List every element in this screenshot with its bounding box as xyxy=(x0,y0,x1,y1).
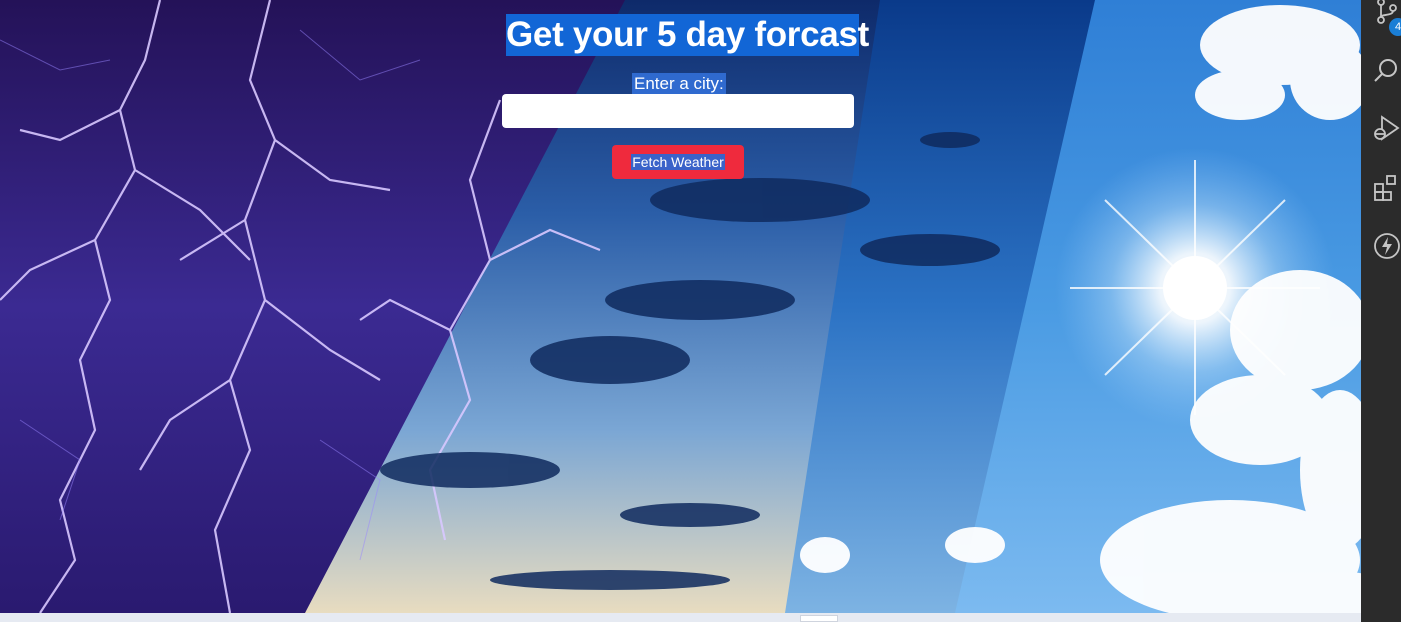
horizontal-scrollbar[interactable] xyxy=(0,613,1361,622)
forecast-form: Get your 5 day forcast Enter a city: Fet… xyxy=(0,0,1361,613)
search-icon[interactable] xyxy=(1372,56,1401,86)
run-debug-icon[interactable] xyxy=(1372,114,1401,144)
fetch-weather-button-label: Fetch Weather xyxy=(631,154,725,170)
extensions-icon[interactable] xyxy=(1372,173,1401,203)
lightning-icon[interactable] xyxy=(1372,231,1401,261)
activity-bar: 4 xyxy=(1361,0,1401,622)
source-control-badge: 4 xyxy=(1389,18,1401,36)
fetch-weather-button[interactable]: Fetch Weather xyxy=(612,145,744,179)
browser-viewport: Get your 5 day forcast Enter a city: Fet… xyxy=(0,0,1361,613)
page-title: Get your 5 day forcast xyxy=(506,14,869,56)
city-input[interactable] xyxy=(502,94,854,128)
horizontal-scrollbar-thumb[interactable] xyxy=(800,615,838,622)
city-label: Enter a city: xyxy=(632,73,726,94)
